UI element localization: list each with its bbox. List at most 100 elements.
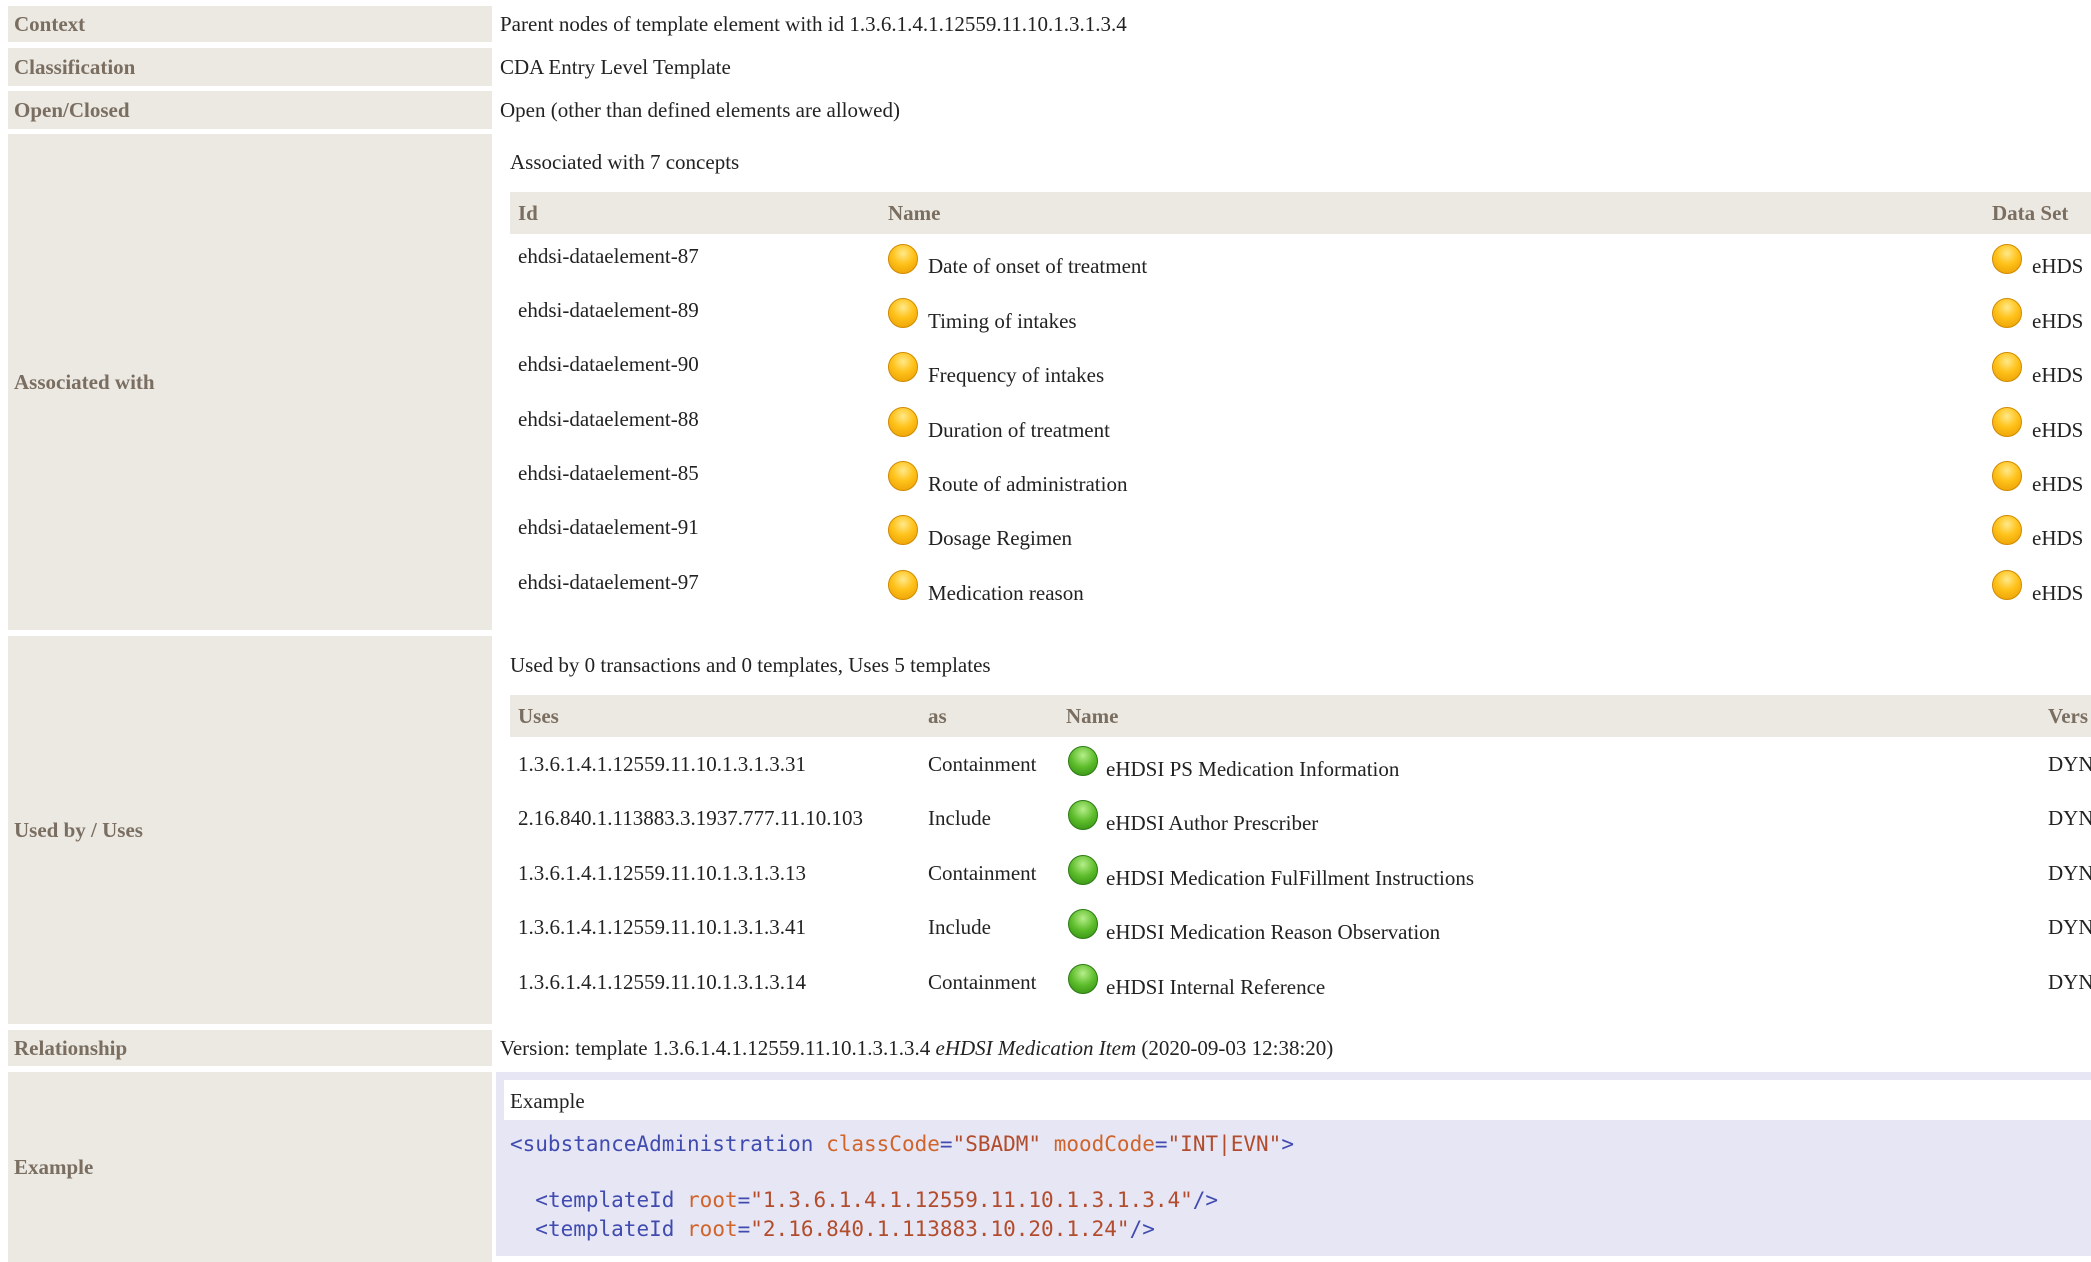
col-as-header[interactable]: as (928, 695, 947, 737)
template-name[interactable]: eHDSI Internal Reference (1106, 975, 1325, 1000)
concept-status-icon (888, 570, 918, 600)
relationship-label-text: Relationship (14, 1035, 128, 1060)
dataset-name[interactable]: eHDS (2032, 526, 2083, 551)
concept-name[interactable]: Timing of intakes (928, 309, 1077, 334)
relationship-label: Relationship (8, 1030, 492, 1066)
dataset-name[interactable]: eHDS (2032, 309, 2083, 334)
dataset-name[interactable]: eHDS (2032, 254, 2083, 279)
concept-id[interactable]: ehdsi-dataelement-91 (518, 515, 699, 540)
template-status-icon (1068, 855, 1098, 885)
col-dataset-header[interactable]: Data Set (1992, 192, 2068, 234)
concept-id[interactable]: ehdsi-dataelement-90 (518, 352, 699, 377)
template-oid[interactable]: 1.3.6.1.4.1.12559.11.10.1.3.1.3.41 (518, 915, 806, 940)
dataset-name[interactable]: eHDS (2032, 472, 2083, 497)
col-id-header[interactable]: Id (518, 192, 538, 234)
open-closed-label: Open/Closed (8, 91, 492, 129)
col-uses-header[interactable]: Uses (518, 695, 559, 737)
template-relation: Include (928, 915, 991, 939)
concept-status-icon (888, 298, 918, 328)
template-oid[interactable]: 1.3.6.1.4.1.12559.11.10.1.3.1.3.13 (518, 861, 806, 886)
code-attr: moodCode (1053, 1132, 1155, 1156)
concept-status-icon (888, 244, 918, 274)
code-attr: root (687, 1217, 738, 1241)
context-value-text: Parent nodes of template element with id… (500, 11, 1127, 36)
concept-id[interactable]: ehdsi-dataelement-85 (518, 461, 699, 486)
dataset-status-icon (1992, 352, 2022, 382)
uses-table-header: Uses as Name Vers (510, 695, 2091, 737)
template-version: DYN (2048, 752, 2091, 776)
open-closed-value: Open (other than defined elements are al… (492, 91, 2091, 129)
col-name-header[interactable]: Name (1066, 695, 1118, 737)
template-oid[interactable]: 1.3.6.1.4.1.12559.11.10.1.3.1.3.31 (518, 752, 806, 777)
example-label: Example (8, 1072, 492, 1262)
template-relation: Containment (928, 970, 1037, 994)
template-name[interactable]: eHDSI Medication Reason Observation (1106, 920, 1440, 945)
dataset-status-icon (1992, 244, 2022, 274)
template-oid[interactable]: 1.3.6.1.4.1.12559.11.10.1.3.1.3.14 (518, 970, 806, 995)
dataset-status-icon (1992, 407, 2022, 437)
concept-name[interactable]: Medication reason (928, 581, 1084, 606)
concept-id[interactable]: ehdsi-dataelement-97 (518, 570, 699, 595)
concept-name[interactable]: Duration of treatment (928, 418, 1110, 443)
dataset-status-icon (1992, 298, 2022, 328)
template-name[interactable]: eHDSI Medication FulFillment Instruction… (1106, 866, 1474, 891)
code-tag-close: > (1281, 1132, 1294, 1156)
code-tag: <templateId (535, 1188, 675, 1212)
template-name[interactable]: eHDSI PS Medication Information (1106, 757, 1399, 782)
context-label: Context (8, 6, 492, 42)
context-label-text: Context (14, 11, 86, 36)
code-attr: root (687, 1188, 738, 1212)
concept-id[interactable]: ehdsi-dataelement-89 (518, 298, 699, 323)
concept-status-icon (888, 515, 918, 545)
code-tag-close: /> (1192, 1188, 1219, 1212)
classification-label-text: Classification (14, 54, 136, 79)
code-tag: <templateId (535, 1217, 675, 1241)
classification-label: Classification (8, 48, 492, 86)
concept-name[interactable]: Date of onset of treatment (928, 254, 1147, 279)
example-panel: Example <substanceAdministration classCo… (496, 1072, 2091, 1256)
dataset-name[interactable]: eHDS (2032, 363, 2083, 388)
associated-label: Associated with (8, 134, 492, 630)
associated-summary: Associated with 7 concepts (510, 150, 740, 174)
example-code-line-2: <templateId root="1.3.6.1.4.1.12559.11.1… (535, 1188, 1219, 1212)
template-relation: Include (928, 806, 991, 830)
example-code-line-3: <templateId root="2.16.840.1.113883.10.2… (535, 1217, 1155, 1241)
template-oid[interactable]: 2.16.840.1.113883.3.1937.777.11.10.103 (518, 806, 863, 831)
used-by-summary: Used by 0 transactions and 0 templates, … (510, 653, 991, 677)
concept-id[interactable]: ehdsi-dataelement-88 (518, 407, 699, 432)
col-name-header[interactable]: Name (888, 192, 940, 234)
associated-table-header: Id Name Data Set (510, 192, 2091, 234)
template-name[interactable]: eHDSI Author Prescriber (1106, 811, 1318, 836)
relationship-value: Version: template 1.3.6.1.4.1.12559.11.1… (492, 1030, 2091, 1066)
example-title: Example (510, 1089, 585, 1113)
code-tag: <substanceAdministration (510, 1132, 814, 1156)
dataset-status-icon (1992, 570, 2022, 600)
template-version: DYN (2048, 970, 2091, 994)
example-code-line-1: <substanceAdministration classCode="SBAD… (510, 1132, 1294, 1156)
code-value: "INT|EVN" (1167, 1132, 1282, 1156)
open-closed-label-text: Open/Closed (14, 97, 130, 122)
col-version-header[interactable]: Vers (2048, 695, 2088, 737)
relationship-suffix: (2020-09-03 12:38:20) (1136, 1035, 1334, 1060)
template-relation: Containment (928, 752, 1037, 776)
example-title-bar: Example (504, 1080, 2091, 1120)
concept-name[interactable]: Dosage Regimen (928, 526, 1072, 551)
dataset-name[interactable]: eHDS (2032, 581, 2083, 606)
template-version: DYN (2048, 806, 2091, 830)
template-relation: Containment (928, 861, 1037, 885)
template-version: DYN (2048, 915, 2091, 939)
template-version: DYN (2048, 861, 2091, 885)
concept-status-icon (888, 461, 918, 491)
classification-value-text: CDA Entry Level Template (500, 54, 731, 79)
context-value: Parent nodes of template element with id… (492, 6, 2091, 42)
dataset-name[interactable]: eHDS (2032, 418, 2083, 443)
concept-name[interactable]: Frequency of intakes (928, 363, 1104, 388)
concept-id[interactable]: ehdsi-dataelement-87 (518, 244, 699, 269)
code-attr: classCode (826, 1132, 940, 1156)
template-status-icon (1068, 800, 1098, 830)
template-status-icon (1068, 909, 1098, 939)
concept-name[interactable]: Route of administration (928, 472, 1127, 497)
relationship-template-link[interactable]: eHDSI Medication Item (936, 1036, 1137, 1061)
classification-value: CDA Entry Level Template (492, 48, 2091, 86)
used-by-label-text: Used by / Uses (14, 817, 143, 842)
